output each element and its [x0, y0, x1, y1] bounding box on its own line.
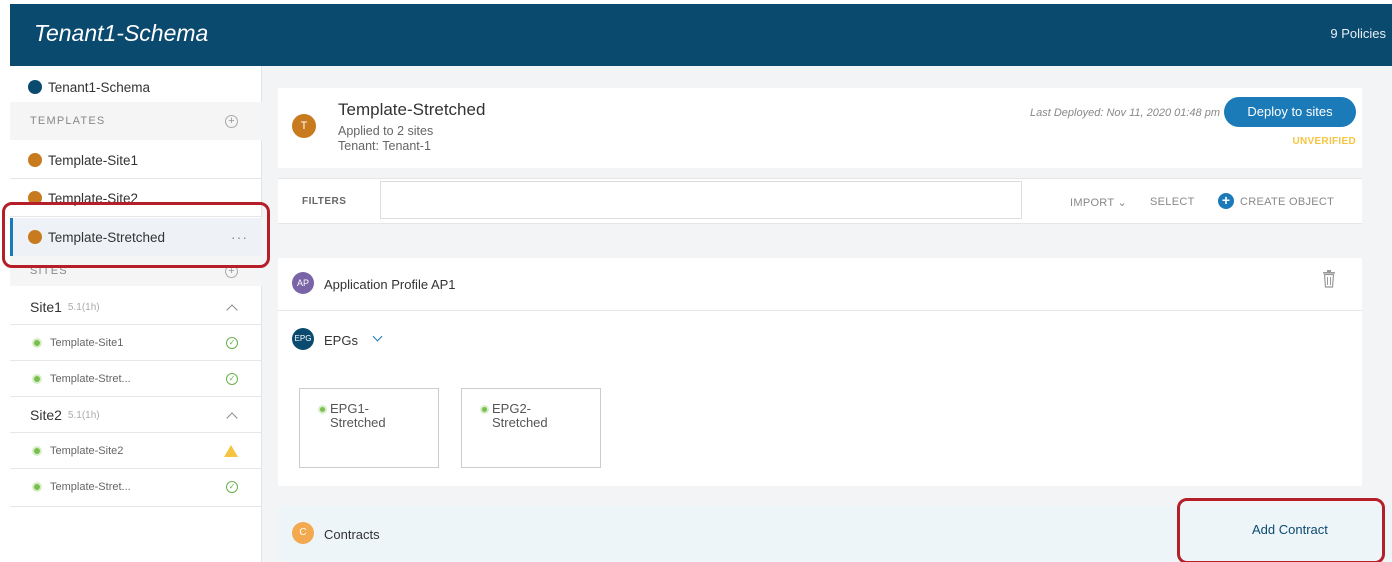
status-badge: UNVERIFIED [1292, 136, 1356, 147]
template-applied: Applied to 2 sites [338, 124, 434, 138]
divider [10, 432, 262, 433]
location-pin-icon [482, 407, 487, 412]
divider [278, 310, 1362, 311]
divider [10, 468, 262, 469]
site-template-item[interactable]: Template-Site1 ✓ [10, 326, 262, 360]
site-template-item[interactable]: Template-Stret... ✓ [10, 470, 262, 504]
check-circle-icon: ✓ [226, 373, 238, 385]
template-title: Template-Stretched [338, 100, 486, 119]
chevron-up-icon[interactable] [226, 412, 238, 424]
highlight-add-contract [1177, 498, 1385, 562]
contracts-avatar: C [292, 522, 314, 544]
site-name: Site2 [30, 407, 62, 423]
warning-icon [224, 445, 238, 457]
site-template-label: Template-Stret... [50, 481, 131, 493]
epgs-title[interactable]: EPGs [324, 333, 358, 348]
site-template-item[interactable]: Template-Site2 [10, 434, 262, 468]
check-circle-icon: ✓ [226, 337, 238, 349]
site-template-label: Template-Site2 [50, 445, 124, 457]
trash-icon[interactable] [1322, 270, 1336, 288]
epg-name: EPG1-Stretched [330, 401, 386, 430]
divider [10, 324, 262, 325]
add-template-icon[interactable]: + [225, 114, 238, 128]
templates-heading: TEMPLATES + [10, 102, 262, 140]
filters-toolbar: FILTERS IMPORT ⌄ SELECT + CREATE OBJECT [278, 178, 1362, 224]
template-tenant: Tenant: Tenant-1 [338, 139, 431, 153]
chevron-up-icon[interactable] [226, 304, 238, 316]
deploy-to-sites-button[interactable]: Deploy to sites [1224, 97, 1356, 127]
location-pin-icon [34, 484, 40, 490]
sidebar-schema-label: Tenant1-Schema [48, 79, 151, 95]
divider [10, 178, 262, 179]
location-pin-icon [34, 448, 40, 454]
site-version: 5.1(1h) [67, 409, 100, 421]
highlight-template-stretched [2, 202, 270, 268]
application-profile-card: AP Application Profile AP1 EPG EPGs EPG1… [278, 258, 1362, 486]
import-dropdown[interactable]: IMPORT ⌄ [1070, 196, 1127, 209]
site-version: 5.1(1h) [67, 301, 100, 313]
epg-name: EPG2-Stretched [492, 401, 548, 430]
add-circle-icon[interactable]: + [1218, 193, 1234, 209]
ap-title[interactable]: Application Profile AP1 [324, 277, 456, 292]
schema-icon [28, 80, 42, 94]
site1-row[interactable]: Site1 5.1(1h) [10, 290, 262, 324]
epg-avatar: EPG [292, 328, 314, 350]
create-object-button[interactable]: CREATE OBJECT [1240, 196, 1334, 208]
filters-input[interactable] [380, 181, 1022, 219]
divider [10, 396, 262, 397]
site-template-label: Template-Stret... [50, 373, 131, 385]
filters-label: FILTERS [302, 196, 347, 207]
site-template-item[interactable]: Template-Stret... ✓ [10, 362, 262, 396]
chevron-down-icon[interactable] [372, 331, 383, 342]
contracts-title: Contracts [324, 527, 380, 542]
epg-card[interactable]: EPG2-Stretched [461, 388, 601, 468]
template-card: T Template-Stretched Applied to 2 sites … [278, 88, 1362, 168]
schema-header: Tenant1-Schema 9 Policies [10, 4, 1392, 66]
template-icon [28, 153, 42, 167]
import-label: IMPORT [1070, 197, 1115, 209]
select-button[interactable]: SELECT [1150, 196, 1195, 208]
site-template-label: Template-Site1 [50, 337, 124, 349]
site-name: Site1 [30, 299, 62, 315]
sidebar-schema-item[interactable]: Tenant1-Schema [10, 74, 262, 100]
check-circle-icon: ✓ [226, 481, 238, 493]
divider [10, 360, 262, 361]
divider [10, 506, 262, 507]
location-pin-icon [320, 407, 325, 412]
main-panel: T Template-Stretched Applied to 2 sites … [262, 66, 1392, 562]
location-pin-icon [34, 340, 40, 346]
policies-count[interactable]: 9 Policies [1330, 26, 1386, 41]
location-pin-icon [34, 376, 40, 382]
site2-row[interactable]: Site2 5.1(1h) [10, 398, 262, 432]
templates-heading-label: TEMPLATES [30, 115, 106, 127]
template-label: Template-Site1 [48, 152, 139, 168]
last-deployed: Last Deployed: Nov 11, 2020 01:48 pm [1030, 107, 1220, 119]
schema-title: Tenant1-Schema [34, 20, 209, 46]
sidebar: Tenant1-Schema TEMPLATES + Template-Site… [10, 66, 262, 562]
sidebar-item-template-site1[interactable]: Template-Site1 [10, 142, 262, 178]
template-avatar: T [292, 114, 316, 138]
ap-avatar: AP [292, 272, 314, 294]
epg-card[interactable]: EPG1-Stretched [299, 388, 439, 468]
